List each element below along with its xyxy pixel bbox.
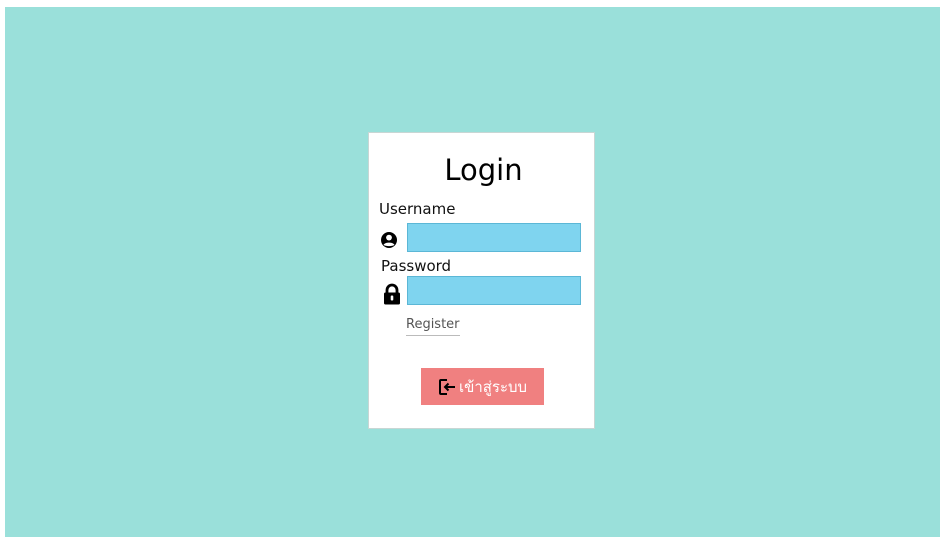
lock-icon <box>382 283 402 305</box>
register-link[interactable]: Register <box>406 317 460 336</box>
password-label: Password <box>381 257 452 275</box>
login-button-label: เข้าสู่ระบบ <box>458 377 528 396</box>
username-input[interactable] <box>407 223 581 252</box>
password-input[interactable] <box>407 276 581 305</box>
login-button[interactable]: เข้าสู่ระบบ <box>421 368 544 405</box>
user-circle-icon <box>379 229 399 251</box>
login-card: Login Username Password Register เข้าสู่… <box>368 132 595 429</box>
sign-in-icon <box>438 378 456 396</box>
page-title: Login <box>444 153 523 187</box>
username-label: Username <box>379 200 456 218</box>
